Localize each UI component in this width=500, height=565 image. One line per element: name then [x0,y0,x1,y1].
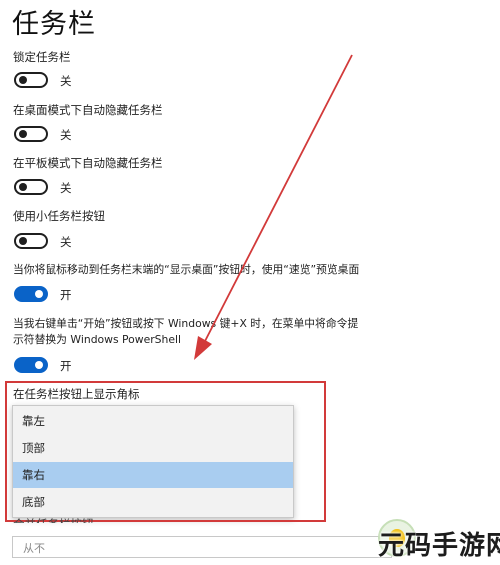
toggle-state-autohide-tablet: 关 [60,181,72,195]
toggle-state-lock-taskbar: 关 [60,74,72,88]
setting-label-powershell-line2: 示符替换为 Windows PowerShell [13,333,182,346]
watermark-text: 元码手游网 [378,531,500,561]
setting-label-autohide-tablet: 在平板模式下自动隐藏任务栏 [13,156,163,170]
setting-label-powershell-line1: 当我右键单击“开始”按钮或按下 Windows 键+X 时，在菜单中将命令提 [13,317,359,330]
toggle-state-small-buttons: 关 [60,235,72,249]
setting-label-combine-buttons: 合并任务栏按钮 [13,516,94,523]
toggle-knob [35,290,43,298]
setting-label-small-buttons: 使用小任务栏按钮 [13,209,105,223]
annotation-arrow-head [194,336,212,360]
combine-buttons-select-value: 从不 [23,542,45,555]
toggle-knob [19,237,27,245]
setting-label-peek: 当你将鼠标移动到任务栏末端的“显示桌面”按钮时，使用“速览”预览桌面 [13,263,360,276]
taskbar-settings-page: 任务栏 锁定任务栏 关 在桌面模式下自动隐藏任务栏 关 在平板模式下自动隐藏任务… [0,0,500,565]
toggle-state-autohide-desktop: 关 [60,128,72,142]
annotation-arrow-shaft [202,54,353,346]
toggle-autohide-desktop[interactable] [14,126,48,142]
setting-label-autohide-desktop: 在桌面模式下自动隐藏任务栏 [13,103,163,117]
toggle-knob [35,361,43,369]
toggle-knob [19,183,27,191]
watermark: 元码手游网 [378,515,500,565]
toggle-powershell[interactable] [14,357,48,373]
toggle-knob [19,130,27,138]
page-title: 任务栏 [12,9,96,40]
toggle-autohide-tablet[interactable] [14,179,48,195]
toggle-knob [19,76,27,84]
toggle-lock-taskbar[interactable] [14,72,48,88]
toggle-peek[interactable] [14,286,48,302]
toggle-small-buttons[interactable] [14,233,48,249]
toggle-state-powershell: 开 [60,359,72,373]
setting-label-lock-taskbar: 锁定任务栏 [13,50,71,64]
toggle-state-peek: 开 [60,288,72,302]
combine-buttons-select[interactable]: 从不 [12,536,392,558]
annotation-highlight-box [5,381,326,522]
